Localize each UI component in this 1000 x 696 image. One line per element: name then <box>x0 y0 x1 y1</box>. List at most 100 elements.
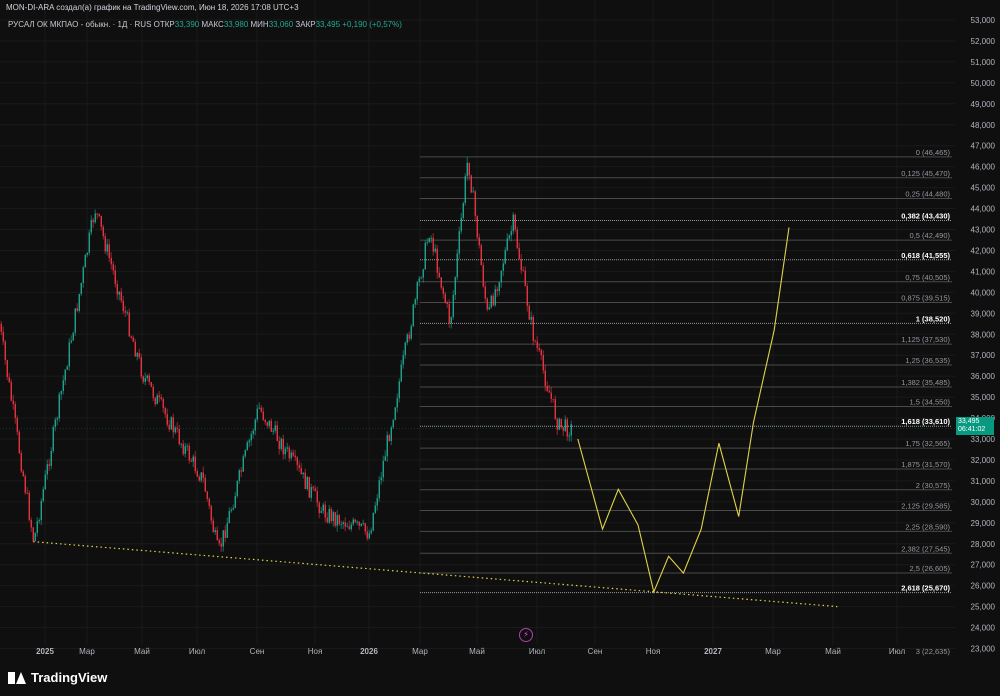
candle-body <box>446 302 448 305</box>
candle-body <box>490 295 492 308</box>
candle-body <box>450 317 452 324</box>
candle-body <box>390 427 392 442</box>
candle-body <box>458 231 460 254</box>
candle-body <box>272 430 274 432</box>
candle-body <box>434 248 436 252</box>
candle-body <box>302 472 304 475</box>
chart-author-title: MON-DI-ARA создал(а) график на TradingVi… <box>6 3 299 12</box>
x-tick-label: 2025 <box>36 647 54 656</box>
candle-body <box>566 419 568 437</box>
candle-body <box>320 511 322 513</box>
candle-body <box>40 500 42 521</box>
candle-body <box>438 272 440 278</box>
x-tick-label: Июл <box>529 647 546 656</box>
candle-body <box>122 300 124 312</box>
candle-body <box>56 418 58 420</box>
x-tick-label: Сен <box>250 647 265 656</box>
candle-body <box>284 448 286 455</box>
candle-body <box>522 270 524 271</box>
fib-level-label: 3 (22,635) <box>916 647 951 656</box>
candle-body <box>248 440 250 443</box>
candle-body <box>402 355 404 365</box>
candle-body <box>298 464 300 469</box>
candle-body <box>362 523 364 525</box>
candle-body <box>470 175 472 193</box>
candle-body <box>374 505 376 513</box>
candle-body <box>356 521 358 523</box>
candle-body <box>428 238 430 243</box>
y-tick-label: 35,000 <box>971 393 996 402</box>
candle-body <box>354 519 356 523</box>
candle-body <box>420 277 422 279</box>
candle-body <box>488 307 490 310</box>
candle-body <box>406 334 408 343</box>
y-tick-label: 53,000 <box>971 16 996 25</box>
candle-body <box>388 435 390 442</box>
candle-body <box>14 404 16 418</box>
lightning-icon[interactable]: ⚡ <box>519 628 533 642</box>
tradingview-brand[interactable]: TradingView <box>8 670 107 685</box>
candle-body <box>432 237 434 252</box>
symbol-name[interactable]: РУСАЛ ОК МКПАО - обыкн. · 1Д · RUS <box>8 20 151 29</box>
candle-body <box>404 342 406 356</box>
candle-body <box>472 191 474 193</box>
y-tick-label: 33,000 <box>971 435 996 444</box>
candle-body <box>452 294 454 318</box>
y-tick-label: 28,000 <box>971 540 996 549</box>
candle-body <box>526 285 528 306</box>
candle-body <box>442 287 444 294</box>
candle-body <box>276 425 278 441</box>
candle-body <box>114 270 116 285</box>
candle-body <box>160 397 162 399</box>
candle-body <box>194 456 196 472</box>
candle-body <box>54 419 56 428</box>
candle-body <box>30 519 32 528</box>
candle-body <box>462 203 464 218</box>
price-chart[interactable]: 0 (46,465) 0,125 (45,470) 0,25 (44,480) 0,3… <box>0 0 1000 662</box>
candle-body <box>244 450 246 457</box>
candle-body <box>36 521 38 533</box>
candle-body <box>346 526 348 528</box>
candle-body <box>562 427 564 431</box>
candle-body <box>26 492 28 494</box>
candle-body <box>44 474 46 490</box>
candle-body <box>312 487 314 489</box>
candle-body <box>336 515 338 526</box>
y-tick-label: 40,000 <box>971 288 996 297</box>
open-label: ОТКР <box>153 20 175 29</box>
candle-body <box>386 435 388 457</box>
candle-body <box>226 523 228 538</box>
candle-body <box>484 286 486 299</box>
candle-body <box>338 515 340 525</box>
candle-body <box>166 414 168 425</box>
candle-body <box>120 291 122 301</box>
candle-body <box>60 391 62 395</box>
fib-level-label: 2,125 (29,585) <box>901 502 950 511</box>
candle-body <box>314 488 316 492</box>
candle-body <box>182 443 184 454</box>
candle-body <box>444 293 446 303</box>
candle-body <box>4 341 6 361</box>
candle-body <box>514 214 516 230</box>
candle-body <box>16 417 18 432</box>
candle-body <box>214 530 216 533</box>
candle-body <box>344 522 346 527</box>
fib-level-label: 1,5 (34,550) <box>910 398 951 407</box>
candle-body <box>306 476 308 490</box>
candle-body <box>58 394 60 419</box>
fib-level-label: 1,125 (37,530) <box>901 335 950 344</box>
candle-body <box>268 420 270 426</box>
candle-body <box>66 366 68 370</box>
candle-body <box>396 398 398 408</box>
candle-body <box>480 245 482 266</box>
candle-body <box>400 364 402 382</box>
candle-body <box>164 408 166 415</box>
open-value: 33,390 <box>174 20 200 29</box>
candle-body <box>68 342 70 367</box>
candle-body <box>218 540 220 544</box>
candle-body <box>266 422 268 426</box>
candle-body <box>296 457 298 465</box>
candle-body <box>398 381 400 399</box>
candle-body <box>104 236 106 252</box>
candle-body <box>394 407 396 420</box>
